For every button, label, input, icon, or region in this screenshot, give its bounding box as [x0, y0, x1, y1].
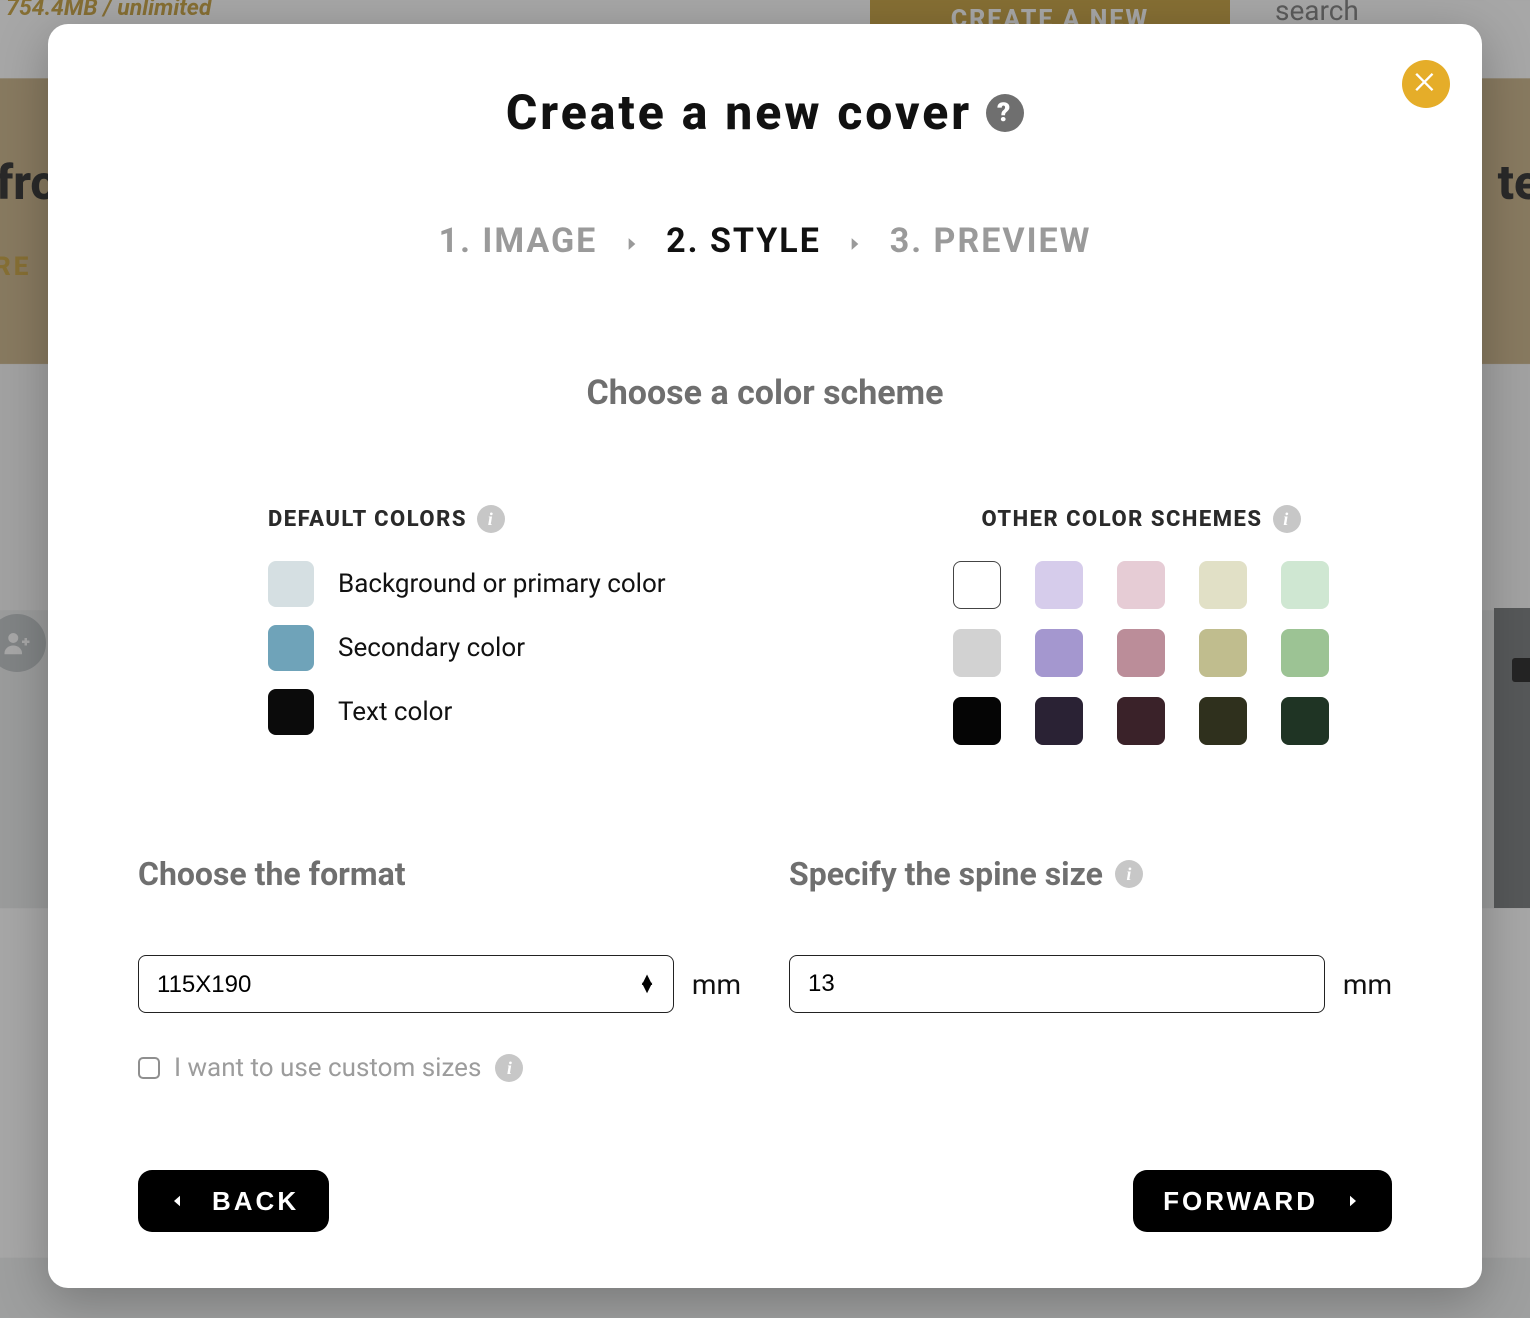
default-colors-column: DEFAULT COLORS i Background or primary c…: [138, 505, 770, 745]
color-scheme-heading: Choose a color scheme: [138, 373, 1392, 413]
close-icon: [1412, 68, 1440, 100]
other-schemes-title: OTHER COLOR SCHEMES: [981, 507, 1262, 532]
color-swatch[interactable]: [268, 561, 314, 607]
spine-input[interactable]: [789, 955, 1325, 1013]
custom-sizes-label: I want to use custom sizes: [174, 1053, 481, 1083]
modal-title-text: Create a new cover: [506, 84, 972, 141]
modal-title: Create a new cover ?: [138, 84, 1392, 141]
scheme-swatch[interactable]: [1199, 697, 1247, 745]
other-schemes-column: OTHER COLOR SCHEMES i: [890, 505, 1392, 745]
scheme-swatch[interactable]: [1117, 629, 1165, 677]
scheme-swatch[interactable]: [1035, 561, 1083, 609]
scheme-swatch[interactable]: [1117, 697, 1165, 745]
forward-label: FORWARD: [1163, 1186, 1318, 1217]
color-swatch[interactable]: [268, 625, 314, 671]
info-icon[interactable]: i: [1115, 860, 1143, 888]
scheme-swatch[interactable]: [1281, 697, 1329, 745]
chevron-right-icon: [845, 223, 865, 263]
info-icon[interactable]: i: [495, 1054, 523, 1082]
spine-heading: Specify the spine size: [789, 855, 1103, 893]
spine-column: Specify the spine size i mm: [789, 855, 1392, 1083]
spine-unit: mm: [1343, 968, 1392, 1001]
info-icon[interactable]: i: [1273, 505, 1301, 533]
default-color-label: Background or primary color: [338, 569, 666, 599]
scheme-swatch[interactable]: [1199, 629, 1247, 677]
scheme-swatch[interactable]: [953, 561, 1001, 609]
close-button[interactable]: [1402, 60, 1450, 108]
scheme-swatch[interactable]: [1035, 629, 1083, 677]
step-image[interactable]: 1. IMAGE: [439, 221, 598, 261]
scheme-swatch[interactable]: [953, 629, 1001, 677]
scheme-swatch[interactable]: [1199, 561, 1247, 609]
default-color-label: Text color: [338, 697, 452, 727]
info-icon[interactable]: i: [477, 505, 505, 533]
step-preview[interactable]: 3. PREVIEW: [890, 221, 1092, 261]
scheme-swatch[interactable]: [953, 697, 1001, 745]
format-column: Choose the format 115X190 ▲▼ mm I want t…: [138, 855, 741, 1083]
default-color-item: Secondary color: [268, 625, 770, 671]
default-color-item: Text color: [268, 689, 770, 735]
default-color-item: Background or primary color: [268, 561, 770, 607]
back-button[interactable]: BACK: [138, 1170, 329, 1232]
scheme-swatch[interactable]: [1281, 561, 1329, 609]
custom-sizes-checkbox[interactable]: [138, 1057, 160, 1079]
color-swatch[interactable]: [268, 689, 314, 735]
chevron-right-icon: [622, 223, 642, 263]
format-heading: Choose the format: [138, 855, 406, 893]
chevron-right-icon: [1344, 1186, 1362, 1217]
scheme-swatch[interactable]: [1117, 561, 1165, 609]
scheme-swatch[interactable]: [1281, 629, 1329, 677]
format-unit: mm: [692, 968, 741, 1001]
format-select[interactable]: 115X190: [138, 955, 674, 1013]
default-colors-title: DEFAULT COLORS: [268, 507, 467, 532]
step-style[interactable]: 2. STYLE: [666, 221, 821, 261]
create-cover-modal: Create a new cover ? 1. IMAGE 2. STYLE 3…: [48, 24, 1482, 1288]
scheme-swatch[interactable]: [1035, 697, 1083, 745]
back-label: BACK: [212, 1186, 299, 1217]
help-icon[interactable]: ?: [986, 94, 1024, 132]
default-color-label: Secondary color: [338, 633, 525, 663]
chevron-left-icon: [168, 1186, 186, 1217]
wizard-steps: 1. IMAGE 2. STYLE 3. PREVIEW: [138, 221, 1392, 263]
forward-button[interactable]: FORWARD: [1133, 1170, 1392, 1232]
